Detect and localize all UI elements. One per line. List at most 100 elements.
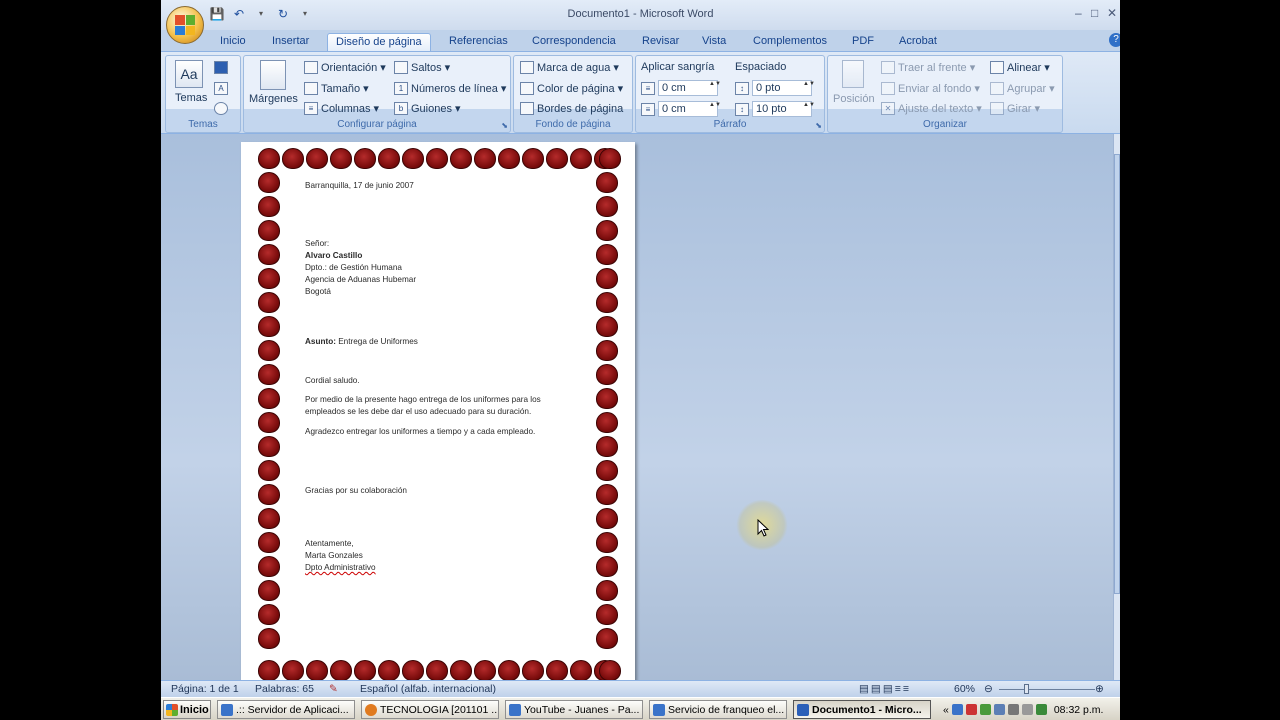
document-page[interactable]: Barranquilla, 17 de junio 2007 Señor: Al… [241, 142, 635, 687]
sangria-derecha-input[interactable]: 0 cm [658, 101, 718, 117]
tamano-label: Tamaño [321, 82, 361, 95]
document-area[interactable]: Barranquilla, 17 de junio 2007 Señor: Al… [161, 134, 1113, 687]
zoom-out-icon[interactable]: ⊖ [984, 683, 993, 695]
save-icon[interactable]: 💾 [209, 6, 225, 22]
tab-pdf[interactable]: PDF [844, 33, 882, 51]
group-label-parrafo: Párrafo [713, 119, 747, 130]
apple-border-icon [570, 660, 592, 681]
apple-border-icon [522, 148, 544, 169]
margenes-button[interactable]: Márgenes [249, 93, 298, 105]
redo-icon[interactable]: ↻ [275, 6, 291, 22]
tab-inicio[interactable]: Inicio [212, 33, 254, 51]
maximize-button[interactable]: □ [1091, 6, 1098, 20]
windows-logo-icon [166, 703, 178, 716]
posicion-button[interactable]: Posición [833, 93, 875, 105]
zoom-in-icon[interactable]: ⊕ [1095, 683, 1104, 695]
customize-qat-icon[interactable]: ▾ [297, 6, 313, 22]
taskbar-item-documento1[interactable]: Documento1 - Micro... [793, 700, 931, 719]
group-label-temas: Temas [188, 119, 218, 130]
tray-network-icon[interactable] [951, 704, 963, 715]
vertical-scroll-thumb[interactable] [1114, 154, 1120, 594]
letter-subject-label: Asunto: [305, 337, 336, 346]
tab-revisar[interactable]: Revisar [634, 33, 687, 51]
saltos-button[interactable]: Saltos ▾ [394, 61, 450, 74]
tray-battery-icon[interactable] [979, 704, 991, 715]
ribbon-tabs: Inicio Insertar Diseño de página Referen… [161, 30, 1120, 51]
line-numbers-icon: 1 [394, 82, 408, 95]
tab-referencias[interactable]: Referencias [441, 33, 516, 51]
theme-colors-icon[interactable] [214, 61, 228, 74]
sangria-title: Aplicar sangría [641, 61, 715, 73]
minimize-button[interactable]: – [1075, 6, 1082, 20]
guiones-button[interactable]: b Guiones ▾ [394, 102, 461, 115]
undo-dropdown-icon[interactable]: ▾ [253, 6, 269, 22]
girar-button[interactable]: Girar ▾ [990, 102, 1040, 115]
alinear-button[interactable]: Alinear ▾ [990, 61, 1050, 74]
espaciado-antes-input[interactable]: 0 pto [752, 80, 812, 96]
view-buttons[interactable]: ▤▤▤≡≡ [859, 683, 911, 695]
themes-icon[interactable]: Aa [175, 60, 203, 88]
letter-body[interactable]: Barranquilla, 17 de junio 2007 Señor: Al… [305, 180, 577, 574]
taskbar-item-servicio[interactable]: Servicio de franqueo el... [649, 700, 787, 719]
group-icon [990, 82, 1004, 95]
apple-border-icon [596, 244, 618, 265]
numeros-linea-button[interactable]: 1 Números de línea ▾ [394, 82, 506, 95]
enviar-fondo-button[interactable]: Enviar al fondo ▾ [881, 82, 980, 95]
office-button[interactable] [166, 6, 204, 44]
traer-frente-button[interactable]: Traer al frente ▾ [881, 61, 975, 74]
orientacion-button[interactable]: Orientación ▾ [304, 61, 386, 74]
taskbar-item-servidor[interactable]: .:: Servidor de Aplicaci... [217, 700, 355, 719]
tab-complementos[interactable]: Complementos [745, 33, 835, 51]
start-button[interactable]: Inicio [163, 700, 211, 719]
tray-display-icon[interactable] [993, 704, 1005, 715]
apple-border-icon [402, 660, 424, 681]
sangria-izquierda-input[interactable]: 0 cm [658, 80, 718, 96]
taskbar-item-youtube[interactable]: YouTube - Juanes - Pa... [505, 700, 643, 719]
columnas-label: Columnas [321, 102, 371, 115]
tab-acrobat[interactable]: Acrobat [891, 33, 945, 51]
color-pagina-button[interactable]: Color de página ▾ [520, 82, 623, 95]
letter-salutation: Señor: [305, 239, 330, 248]
espaciado-despues-input[interactable]: 10 pto [752, 101, 812, 117]
close-button[interactable]: ✕ [1107, 6, 1117, 20]
tab-insertar[interactable]: Insertar [264, 33, 317, 51]
ajuste-texto-button[interactable]: ✕ Ajuste del texto ▾ [881, 102, 982, 115]
marca-agua-button[interactable]: Marca de agua ▾ [520, 61, 619, 74]
apple-border-icon [354, 148, 376, 169]
status-page[interactable]: Página: 1 de 1 [171, 683, 239, 695]
zoom-level[interactable]: 60% [954, 683, 975, 695]
tab-correspondencia[interactable]: Correspondencia [524, 33, 624, 51]
letter-closing: Atentamente, [305, 539, 354, 548]
status-words[interactable]: Palabras: 65 [255, 683, 314, 695]
status-language[interactable]: Español (alfab. internacional) [360, 683, 496, 695]
bordes-pagina-button[interactable]: Bordes de página [520, 102, 623, 115]
tray-expand-button[interactable]: « [943, 704, 949, 716]
tamano-button[interactable]: Tamaño ▾ [304, 82, 369, 95]
tray-monitor-icon[interactable] [1007, 704, 1019, 715]
apple-border-icon [258, 268, 280, 289]
apple-border-icon [596, 316, 618, 337]
temas-button[interactable]: Temas [175, 92, 207, 104]
send-back-icon [881, 82, 895, 95]
theme-effects-icon[interactable] [214, 102, 228, 115]
zoom-slider[interactable] [999, 689, 1095, 690]
ie-icon [221, 703, 233, 716]
saltos-label: Saltos [411, 61, 442, 74]
undo-icon[interactable]: ↶ [231, 6, 247, 22]
vertical-scrollbar[interactable] [1113, 134, 1120, 680]
columnas-button[interactable]: ≡ Columnas ▾ [304, 102, 379, 115]
agrupar-button[interactable]: Agrupar ▾ [990, 82, 1055, 95]
tab-vista[interactable]: Vista [694, 33, 734, 51]
tab-diseno-pagina[interactable]: Diseño de página [327, 33, 431, 51]
margins-icon[interactable] [260, 60, 286, 90]
position-icon[interactable] [842, 60, 864, 88]
zoom-slider-thumb[interactable] [1024, 684, 1029, 694]
tray-app-icon[interactable] [1035, 704, 1047, 715]
status-bar: Página: 1 de 1 Palabras: 65 ✎ Español (a… [161, 680, 1120, 697]
proofing-icon[interactable]: ✎ [329, 683, 338, 695]
help-icon[interactable]: ? [1109, 33, 1120, 47]
tray-security-icon[interactable] [965, 704, 977, 715]
tray-volume-icon[interactable] [1021, 704, 1033, 715]
taskbar-item-tecnologia[interactable]: TECNOLOGIA [201101 ... [361, 700, 499, 719]
theme-fonts-icon[interactable]: A [214, 82, 228, 95]
